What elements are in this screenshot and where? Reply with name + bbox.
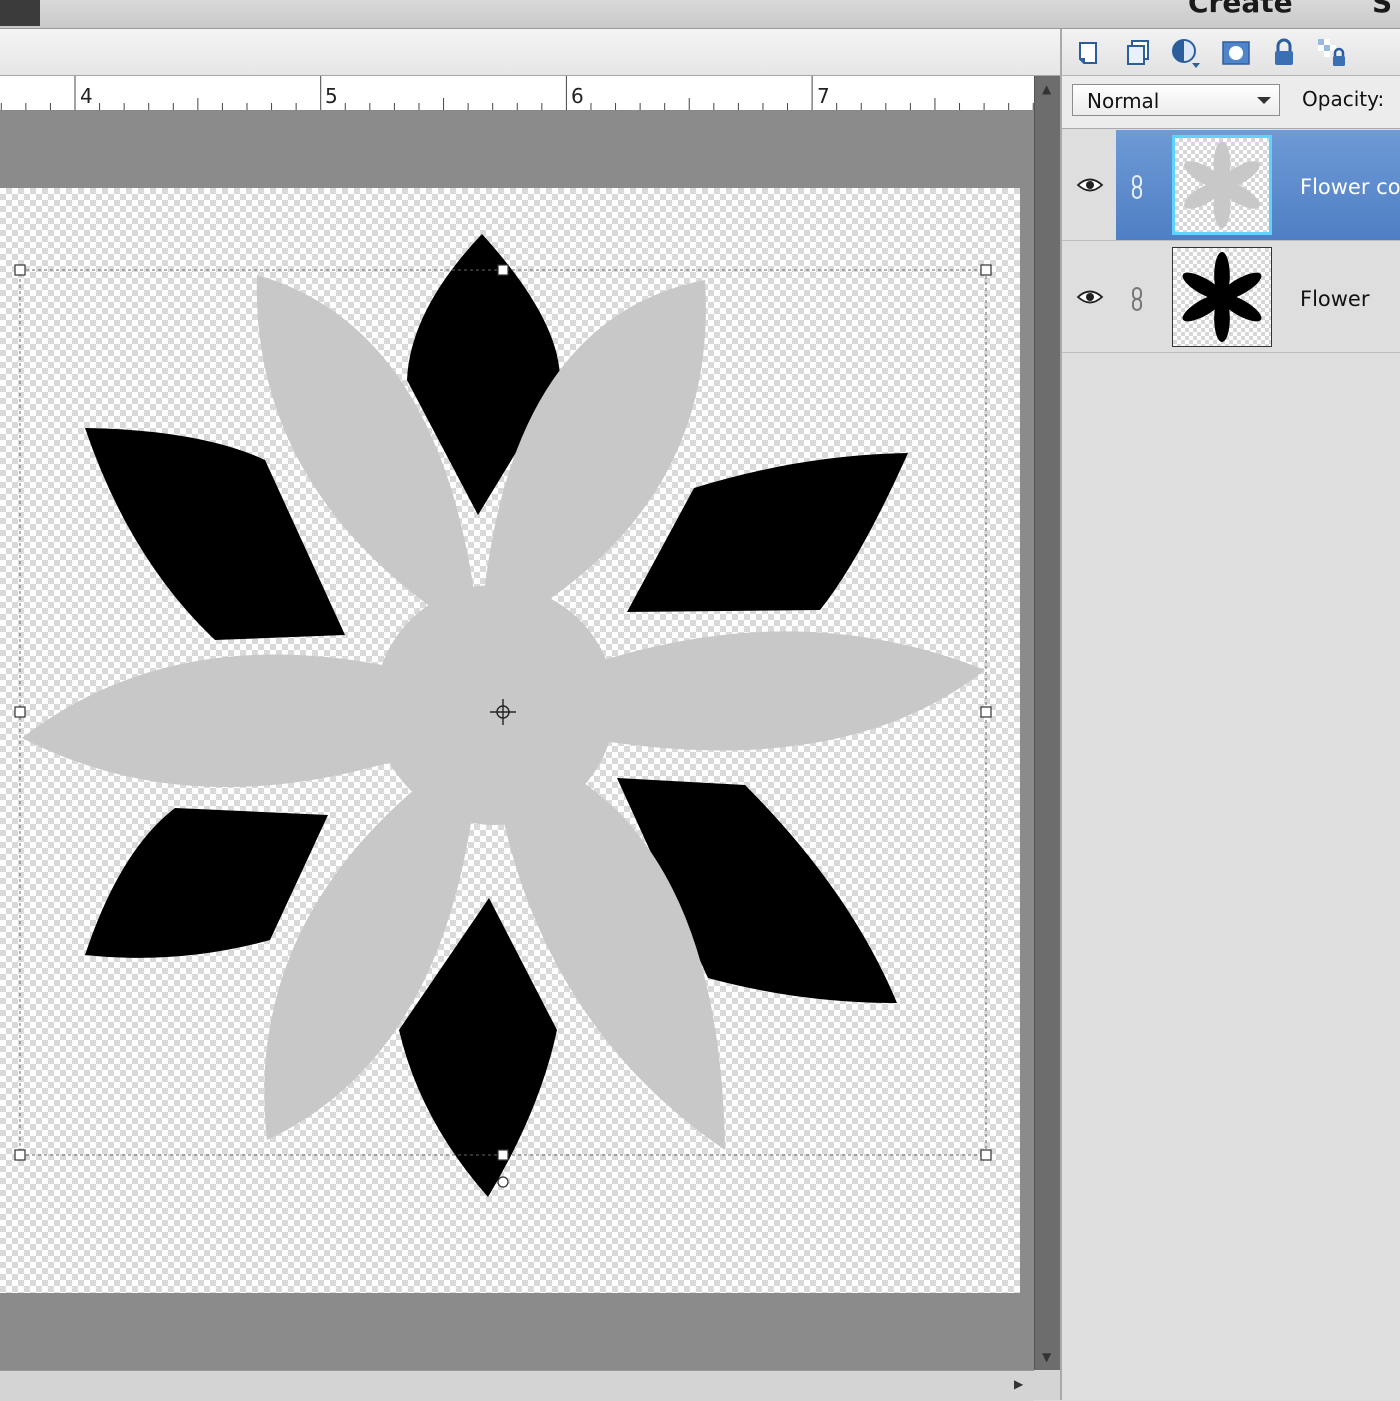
layer-divider	[1062, 240, 1400, 241]
layer-divider	[1062, 352, 1400, 353]
handle-bottom-right[interactable]	[980, 1149, 992, 1161]
layers-panel-toolbar	[1062, 29, 1400, 76]
layer-controls: Normal Opacity:	[1062, 76, 1400, 129]
document-workspace	[0, 111, 1034, 1370]
handle-top-left[interactable]	[14, 264, 26, 276]
layer-thumbnail-flower[interactable]	[1172, 247, 1272, 347]
ruler-label-5: 5	[325, 84, 338, 108]
blend-mode-dropdown[interactable]: Normal	[1072, 84, 1280, 116]
handle-middle-left[interactable]	[14, 706, 26, 718]
layer-mask-icon[interactable]	[1220, 37, 1252, 69]
vertical-scrollbar[interactable]: ▲ ▼	[1034, 76, 1061, 1370]
eye-visibility-icon[interactable]	[1076, 176, 1104, 194]
duplicate-layer-icon[interactable]	[1122, 37, 1154, 69]
ruler-label-4: 4	[80, 84, 93, 108]
top-menu-bar: Create S	[0, 0, 1400, 29]
lock-all-icon[interactable]	[1268, 37, 1300, 69]
ruler-label-7: 7	[817, 84, 830, 108]
flower-artwork[interactable]	[0, 188, 1020, 1293]
horizontal-ruler: 4 5 6 7	[0, 76, 1034, 111]
chevron-down-icon[interactable]	[1257, 97, 1271, 104]
scroll-down-arrow-icon[interactable]: ▼	[1042, 1350, 1051, 1364]
create-mode-button[interactable]: Create	[1188, 0, 1293, 19]
horizontal-scrollbar[interactable]: ▶	[0, 1370, 1034, 1401]
link-layer-icon[interactable]	[1130, 174, 1144, 200]
thumbnail-flower-black-icon	[1182, 251, 1262, 343]
image-canvas[interactable]	[0, 188, 1020, 1293]
top-left-dark-tab[interactable]	[0, 0, 40, 26]
thumbnail-flower-grey-icon	[1184, 141, 1260, 229]
layer-thumbnail-flower-copy[interactable]	[1172, 135, 1272, 235]
handle-top-center[interactable]	[497, 264, 509, 276]
layer-name[interactable]: Flower cop	[1300, 175, 1400, 199]
scroll-right-arrow-icon[interactable]: ▶	[1014, 1377, 1023, 1391]
handle-middle-right[interactable]	[980, 706, 992, 718]
handle-bottom-left[interactable]	[14, 1149, 26, 1161]
share-mode-button[interactable]: S	[1372, 0, 1392, 19]
handle-top-right[interactable]	[980, 264, 992, 276]
new-layer-icon[interactable]	[1074, 37, 1106, 69]
black-petal-lower-left	[85, 808, 328, 958]
black-petal-upper-right	[627, 453, 908, 612]
adjustment-layer-icon[interactable]	[1170, 37, 1202, 69]
layer-name[interactable]: Flower	[1300, 287, 1370, 311]
layer-row-flower[interactable]: Flower	[1062, 242, 1400, 352]
handle-bottom-center[interactable]	[497, 1149, 509, 1161]
layers-panel: Normal Opacity: Flower co Flower	[1060, 29, 1400, 1400]
opacity-label: Opacity:	[1302, 87, 1385, 111]
scroll-up-arrow-icon[interactable]: ▲	[1042, 82, 1051, 96]
eye-visibility-icon[interactable]	[1076, 288, 1104, 306]
grey-flower-center	[375, 585, 615, 825]
ruler-ticks: 4 5 6 7	[0, 76, 1034, 110]
lock-transparency-icon[interactable]	[1316, 37, 1348, 69]
blend-mode-value: Normal	[1087, 89, 1160, 113]
link-layer-icon[interactable]	[1130, 286, 1144, 312]
tool-options-bar	[0, 29, 1060, 76]
scrollbar-corner	[1034, 1370, 1060, 1400]
layer-row-flower-copy[interactable]: Flower cop	[1062, 130, 1400, 240]
ruler-label-6: 6	[571, 84, 584, 108]
rotate-handle[interactable]	[497, 1176, 509, 1188]
